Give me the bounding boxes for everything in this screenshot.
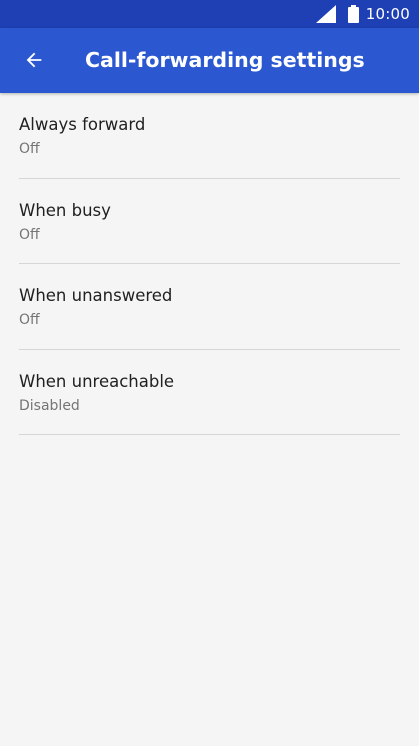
status-clock: 10:00	[365, 5, 410, 23]
signal-icon	[315, 5, 336, 23]
status-bar: 10:00	[0, 0, 419, 28]
divider	[19, 434, 400, 435]
page-title: Call-forwarding settings	[85, 48, 365, 72]
setting-when-busy[interactable]: When busy Off	[0, 179, 419, 264]
setting-when-unreachable[interactable]: When unreachable Disabled	[0, 350, 419, 435]
setting-title: Always forward	[19, 115, 146, 134]
app-bar: Call-forwarding settings	[0, 28, 419, 93]
setting-summary: Off	[19, 312, 40, 328]
setting-summary: Off	[19, 141, 40, 157]
setting-title: When busy	[19, 200, 111, 220]
setting-title: When unanswered	[19, 286, 173, 305]
back-button[interactable]	[14, 40, 54, 80]
setting-when-unanswered[interactable]: When unanswered Off	[0, 264, 419, 350]
setting-summary: Off	[19, 226, 40, 243]
setting-always-forward[interactable]: Always forward Off	[0, 93, 419, 179]
arrow-back-icon	[26, 52, 42, 68]
status-icons: 10:00	[315, 0, 410, 28]
settings-list: Always forward Off When busy Off When un…	[0, 93, 419, 435]
battery-icon	[347, 5, 359, 23]
setting-summary: Disabled	[19, 397, 80, 414]
setting-title: When unreachable	[19, 371, 175, 391]
